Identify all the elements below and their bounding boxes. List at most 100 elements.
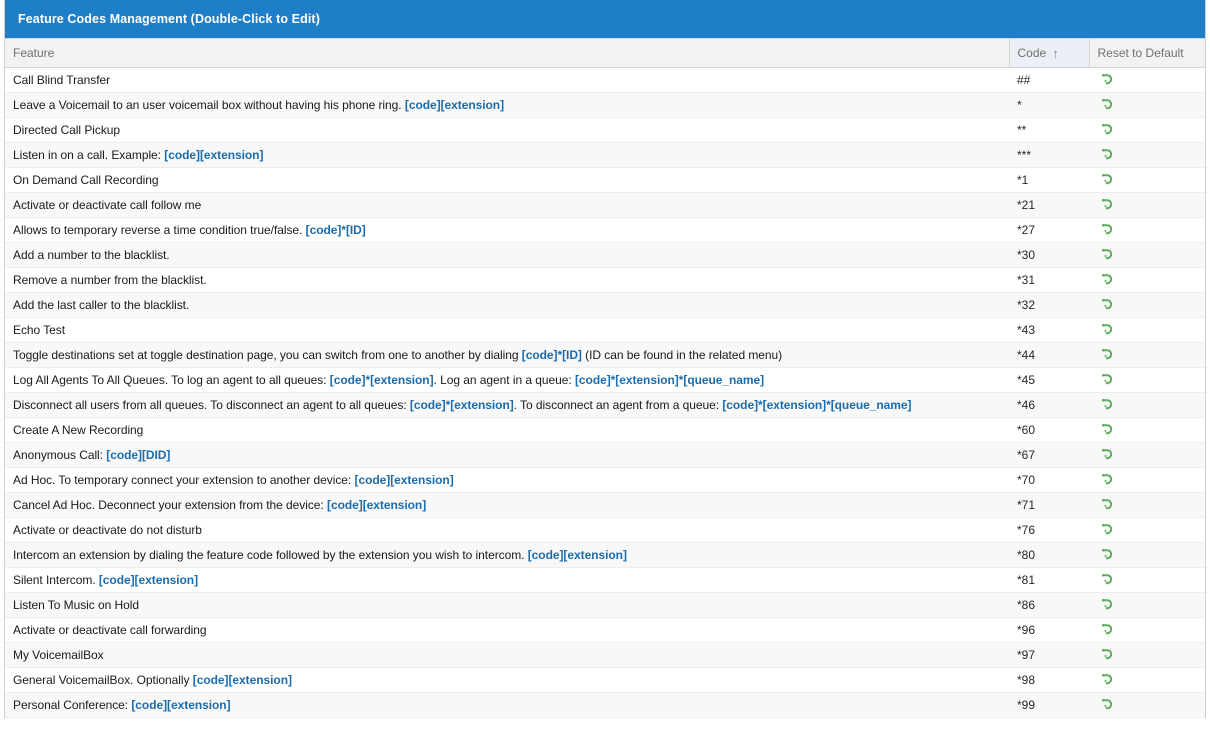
table-row[interactable]: Listen To Music on Hold *86 [5, 592, 1205, 618]
reset-arrow-icon[interactable] [1099, 597, 1115, 613]
feature-code-cell[interactable]: *30 [1009, 242, 1089, 268]
feature-code-cell[interactable]: *43 [1009, 317, 1089, 343]
feature-code-cell[interactable]: *98 [1009, 667, 1089, 693]
table-row[interactable]: General VoicemailBox. Optionally [code][… [5, 667, 1205, 693]
reset-to-default-cell[interactable] [1089, 292, 1205, 318]
reset-to-default-cell[interactable] [1089, 667, 1205, 693]
feature-code-cell[interactable]: *67 [1009, 442, 1089, 468]
reset-arrow-icon[interactable] [1099, 447, 1115, 463]
reset-arrow-icon[interactable] [1099, 247, 1115, 263]
table-row[interactable]: Personal Conference: [code][extension] *9… [5, 692, 1205, 718]
feature-description-cell[interactable]: Ad Hoc. To temporary connect your extens… [5, 467, 1009, 493]
reset-arrow-icon[interactable] [1099, 422, 1115, 438]
reset-to-default-cell[interactable] [1089, 242, 1205, 268]
feature-description-cell[interactable]: Add the last caller to the blacklist. [5, 292, 1009, 318]
reset-to-default-cell[interactable] [1089, 642, 1205, 668]
feature-description-cell[interactable]: My VoicemailBox [5, 642, 1009, 668]
feature-code-cell[interactable]: *31 [1009, 267, 1089, 293]
reset-arrow-icon[interactable] [1099, 172, 1115, 188]
reset-to-default-cell[interactable] [1089, 517, 1205, 543]
reset-arrow-icon[interactable] [1099, 472, 1115, 488]
reset-arrow-icon[interactable] [1099, 522, 1115, 538]
feature-description-cell[interactable]: Add a number to the blacklist. [5, 242, 1009, 268]
reset-to-default-cell[interactable] [1089, 142, 1205, 168]
feature-code-cell[interactable]: *81 [1009, 567, 1089, 593]
reset-arrow-icon[interactable] [1099, 547, 1115, 563]
reset-arrow-icon[interactable] [1099, 372, 1115, 388]
feature-code-cell[interactable]: *32 [1009, 292, 1089, 318]
reset-to-default-cell[interactable] [1089, 367, 1205, 393]
table-row[interactable]: Cancel Ad Hoc. Deconnect your extension … [5, 492, 1205, 518]
feature-description-cell[interactable]: Intercom an extension by dialing the fea… [5, 542, 1009, 568]
feature-code-cell[interactable]: *60 [1009, 417, 1089, 443]
reset-arrow-icon[interactable] [1099, 647, 1115, 663]
feature-code-cell[interactable]: *99 [1009, 692, 1089, 718]
column-header-reset-to-default[interactable]: Reset to Default [1089, 38, 1205, 68]
table-row[interactable]: Call Blind Transfer ## [5, 67, 1205, 93]
feature-description-cell[interactable]: Call Blind Transfer [5, 67, 1009, 93]
table-row[interactable]: Echo Test *43 [5, 317, 1205, 343]
reset-to-default-cell[interactable] [1089, 492, 1205, 518]
reset-arrow-icon[interactable] [1099, 97, 1115, 113]
reset-arrow-icon[interactable] [1099, 672, 1115, 688]
table-row[interactable]: Disconnect all users from all queues. To… [5, 392, 1205, 418]
reset-to-default-cell[interactable] [1089, 467, 1205, 493]
feature-description-cell[interactable]: Anonymous Call: [code][DID] [5, 442, 1009, 468]
table-row[interactable]: Add a number to the blacklist. *30 [5, 242, 1205, 268]
table-row[interactable]: Add the last caller to the blacklist. *32 [5, 292, 1205, 318]
feature-code-cell[interactable]: *44 [1009, 342, 1089, 368]
table-row[interactable]: Toggle destinations set at toggle destin… [5, 342, 1205, 368]
reset-to-default-cell[interactable] [1089, 167, 1205, 193]
feature-description-cell[interactable]: Disconnect all users from all queues. To… [5, 392, 1009, 418]
feature-description-cell[interactable]: Allows to temporary reverse a time condi… [5, 217, 1009, 243]
feature-code-cell[interactable]: *97 [1009, 642, 1089, 668]
feature-code-cell[interactable]: ** [1009, 117, 1089, 143]
feature-code-cell[interactable]: *70 [1009, 467, 1089, 493]
feature-description-cell[interactable]: Activate or deactivate call forwarding [5, 617, 1009, 643]
reset-to-default-cell[interactable] [1089, 617, 1205, 643]
reset-arrow-icon[interactable] [1099, 572, 1115, 588]
feature-description-cell[interactable]: Leave a Voicemail to an user voicemail b… [5, 92, 1009, 118]
reset-to-default-cell[interactable] [1089, 417, 1205, 443]
table-row[interactable]: Remove a number from the blacklist. *31 [5, 267, 1205, 293]
reset-to-default-cell[interactable] [1089, 342, 1205, 368]
feature-code-cell[interactable]: *80 [1009, 542, 1089, 568]
reset-to-default-cell[interactable] [1089, 92, 1205, 118]
feature-description-cell[interactable]: Cancel Ad Hoc. Deconnect your extension … [5, 492, 1009, 518]
feature-code-cell[interactable]: *** [1009, 142, 1089, 168]
table-row[interactable]: My VoicemailBox *97 [5, 642, 1205, 668]
feature-description-cell[interactable]: Silent Intercom. [code][extension] [5, 567, 1009, 593]
table-row[interactable]: Activate or deactivate do not disturb *76 [5, 517, 1205, 543]
reset-to-default-cell[interactable] [1089, 592, 1205, 618]
feature-description-cell[interactable]: Log All Agents To All Queues. To log an … [5, 367, 1009, 393]
reset-to-default-cell[interactable] [1089, 267, 1205, 293]
reset-to-default-cell[interactable] [1089, 542, 1205, 568]
column-header-code[interactable]: Code ↑ [1008, 38, 1090, 68]
feature-code-cell[interactable]: *86 [1009, 592, 1089, 618]
reset-to-default-cell[interactable] [1089, 192, 1205, 218]
reset-arrow-icon[interactable] [1099, 222, 1115, 238]
reset-to-default-cell[interactable] [1089, 692, 1205, 718]
table-row[interactable]: Activate or deactivate call forwarding *9… [5, 617, 1205, 643]
table-row[interactable]: Activate or deactivate call follow me *21 [5, 192, 1205, 218]
reset-arrow-icon[interactable] [1099, 497, 1115, 513]
feature-code-cell[interactable]: *21 [1009, 192, 1089, 218]
feature-description-cell[interactable]: Create A New Recording [5, 417, 1009, 443]
feature-code-cell[interactable]: * [1009, 92, 1089, 118]
feature-description-cell[interactable]: Personal Conference: [code][extension] [5, 692, 1009, 718]
reset-to-default-cell[interactable] [1089, 392, 1205, 418]
feature-description-cell[interactable]: Activate or deactivate call follow me [5, 192, 1009, 218]
feature-description-cell[interactable]: Remove a number from the blacklist. [5, 267, 1009, 293]
feature-code-cell[interactable]: *76 [1009, 517, 1089, 543]
feature-code-cell[interactable]: *71 [1009, 492, 1089, 518]
feature-code-cell[interactable]: *46 [1009, 392, 1089, 418]
feature-description-cell[interactable]: Echo Test [5, 317, 1009, 343]
feature-description-cell[interactable]: Directed Call Pickup [5, 117, 1009, 143]
feature-description-cell[interactable]: On Demand Call Recording [5, 167, 1009, 193]
feature-code-cell[interactable]: *96 [1009, 617, 1089, 643]
table-row[interactable]: Intercom an extension by dialing the fea… [5, 542, 1205, 568]
reset-arrow-icon[interactable] [1099, 197, 1115, 213]
reset-arrow-icon[interactable] [1099, 272, 1115, 288]
feature-description-cell[interactable]: General VoicemailBox. Optionally [code][… [5, 667, 1009, 693]
table-row[interactable]: Listen in on a call. Example: [code][ext… [5, 142, 1205, 168]
